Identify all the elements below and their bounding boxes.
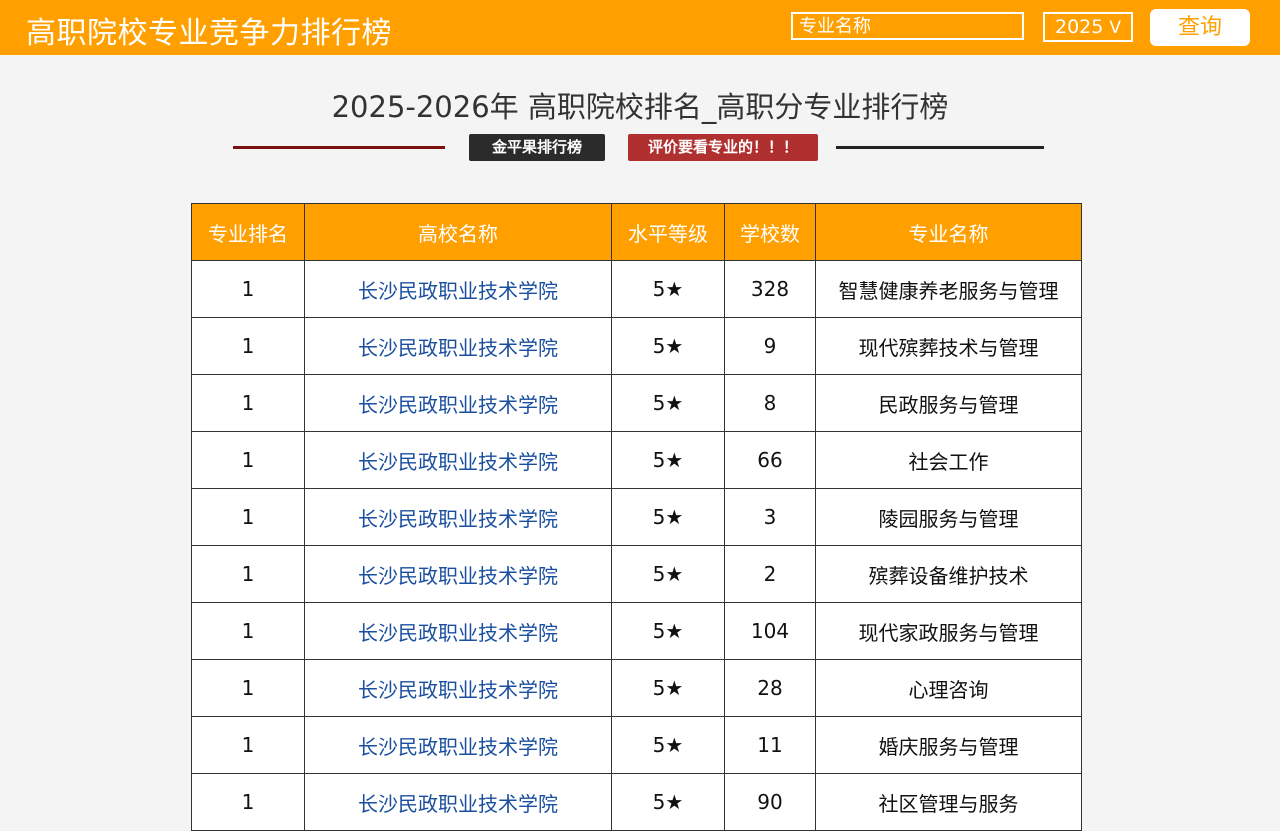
table-row: 1 长沙民政职业技术学院 5★ 90 社区管理与服务 xyxy=(191,773,1082,831)
school-cell: 长沙民政职业技术学院 xyxy=(304,716,612,774)
major-cell: 现代殡葬技术与管理 xyxy=(815,317,1082,375)
major-cell: 民政服务与管理 xyxy=(815,374,1082,432)
divider-right xyxy=(836,146,1044,149)
school-count-cell: 90 xyxy=(724,773,816,831)
table-row: 1 长沙民政职业技术学院 5★ 28 心理咨询 xyxy=(191,659,1082,717)
table-row: 1 长沙民政职业技术学院 5★ 2 殡葬设备维护技术 xyxy=(191,545,1082,603)
table-row: 1 长沙民政职业技术学院 5★ 328 智慧健康养老服务与管理 xyxy=(191,260,1082,318)
school-count-cell: 9 xyxy=(724,317,816,375)
level-cell: 5★ xyxy=(611,260,725,318)
rank-cell: 1 xyxy=(191,317,305,375)
school-count-cell: 2 xyxy=(724,545,816,603)
rank-cell: 1 xyxy=(191,602,305,660)
rank-cell: 1 xyxy=(191,773,305,831)
school-link[interactable]: 长沙民政职业技术学院 xyxy=(358,792,558,816)
table-row: 1 长沙民政职业技术学院 5★ 104 现代家政服务与管理 xyxy=(191,602,1082,660)
school-link[interactable]: 长沙民政职业技术学院 xyxy=(358,678,558,702)
brand-badge: 金平果排行榜 xyxy=(469,134,605,161)
level-cell: 5★ xyxy=(611,488,725,546)
rank-cell: 1 xyxy=(191,374,305,432)
rank-cell: 1 xyxy=(191,716,305,774)
divider-left xyxy=(233,146,445,149)
level-cell: 5★ xyxy=(611,317,725,375)
level-cell: 5★ xyxy=(611,773,725,831)
level-cell: 5★ xyxy=(611,545,725,603)
rank-cell: 1 xyxy=(191,260,305,318)
site-title: 高职院校专业竞争力排行榜 xyxy=(26,16,392,51)
school-count-cell: 28 xyxy=(724,659,816,717)
major-cell: 智慧健康养老服务与管理 xyxy=(815,260,1082,318)
header-major: 专业名称 xyxy=(815,203,1082,261)
level-cell: 5★ xyxy=(611,602,725,660)
school-count-cell: 104 xyxy=(724,602,816,660)
school-count-cell: 66 xyxy=(724,431,816,489)
slogan-badge: 评价要看专业的！！！ xyxy=(628,134,818,161)
table-row: 1 长沙民政职业技术学院 5★ 9 现代殡葬技术与管理 xyxy=(191,317,1082,375)
level-cell: 5★ xyxy=(611,374,725,432)
chevron-down-icon: V xyxy=(1109,18,1121,38)
year-select[interactable]: 2025 V xyxy=(1043,12,1133,42)
school-link[interactable]: 长沙民政职业技术学院 xyxy=(358,621,558,645)
level-cell: 5★ xyxy=(611,716,725,774)
school-link[interactable]: 长沙民政职业技术学院 xyxy=(358,336,558,360)
table-header-row: 专业排名 高校名称 水平等级 学校数 专业名称 xyxy=(191,203,1082,261)
year-value: 2025 xyxy=(1055,16,1104,38)
table-row: 1 长沙民政职业技术学院 5★ 3 陵园服务与管理 xyxy=(191,488,1082,546)
school-link[interactable]: 长沙民政职业技术学院 xyxy=(358,564,558,588)
header-level: 水平等级 xyxy=(611,203,725,261)
school-count-cell: 328 xyxy=(724,260,816,318)
rank-cell: 1 xyxy=(191,659,305,717)
school-link[interactable]: 长沙民政职业技术学院 xyxy=(358,507,558,531)
school-count-cell: 3 xyxy=(724,488,816,546)
school-link[interactable]: 长沙民政职业技术学院 xyxy=(358,450,558,474)
major-cell: 婚庆服务与管理 xyxy=(815,716,1082,774)
school-cell: 长沙民政职业技术学院 xyxy=(304,488,612,546)
query-button[interactable]: 查询 xyxy=(1150,9,1250,46)
school-cell: 长沙民政职业技术学院 xyxy=(304,260,612,318)
page-title: 2025-2026年 高职院校排名_高职分专业排行榜 xyxy=(331,90,949,124)
rank-cell: 1 xyxy=(191,488,305,546)
school-cell: 长沙民政职业技术学院 xyxy=(304,602,612,660)
school-cell: 长沙民政职业技术学院 xyxy=(304,317,612,375)
school-cell: 长沙民政职业技术学院 xyxy=(304,659,612,717)
school-count-cell: 8 xyxy=(724,374,816,432)
major-cell: 心理咨询 xyxy=(815,659,1082,717)
major-cell: 现代家政服务与管理 xyxy=(815,602,1082,660)
header-count: 学校数 xyxy=(724,203,816,261)
header-school: 高校名称 xyxy=(304,203,612,261)
major-cell: 社区管理与服务 xyxy=(815,773,1082,831)
rank-cell: 1 xyxy=(191,431,305,489)
school-cell: 长沙民政职业技术学院 xyxy=(304,773,612,831)
table-row: 1 长沙民政职业技术学院 5★ 11 婚庆服务与管理 xyxy=(191,716,1082,774)
school-cell: 长沙民政职业技术学院 xyxy=(304,545,612,603)
top-bar: 高职院校专业竞争力排行榜 2025V 查询 xyxy=(0,0,1280,55)
table-row: 1 长沙民政职业技术学院 5★ 8 民政服务与管理 xyxy=(191,374,1082,432)
school-cell: 长沙民政职业技术学院 xyxy=(304,431,612,489)
rank-cell: 1 xyxy=(191,545,305,603)
school-count-cell: 11 xyxy=(724,716,816,774)
school-link[interactable]: 长沙民政职业技术学院 xyxy=(358,393,558,417)
school-link[interactable]: 长沙民政职业技术学院 xyxy=(358,279,558,303)
level-cell: 5★ xyxy=(611,431,725,489)
header-rank: 专业排名 xyxy=(191,203,305,261)
major-cell: 殡葬设备维护技术 xyxy=(815,545,1082,603)
major-cell: 社会工作 xyxy=(815,431,1082,489)
ranking-table: 专业排名 高校名称 水平等级 学校数 专业名称 1 长沙民政职业技术学院 5★ 328… xyxy=(191,203,1082,831)
major-search-input[interactable] xyxy=(791,12,1024,40)
school-cell: 长沙民政职业技术学院 xyxy=(304,374,612,432)
major-cell: 陵园服务与管理 xyxy=(815,488,1082,546)
table-row: 1 长沙民政职业技术学院 5★ 66 社会工作 xyxy=(191,431,1082,489)
school-link[interactable]: 长沙民政职业技术学院 xyxy=(358,735,558,759)
level-cell: 5★ xyxy=(611,659,725,717)
